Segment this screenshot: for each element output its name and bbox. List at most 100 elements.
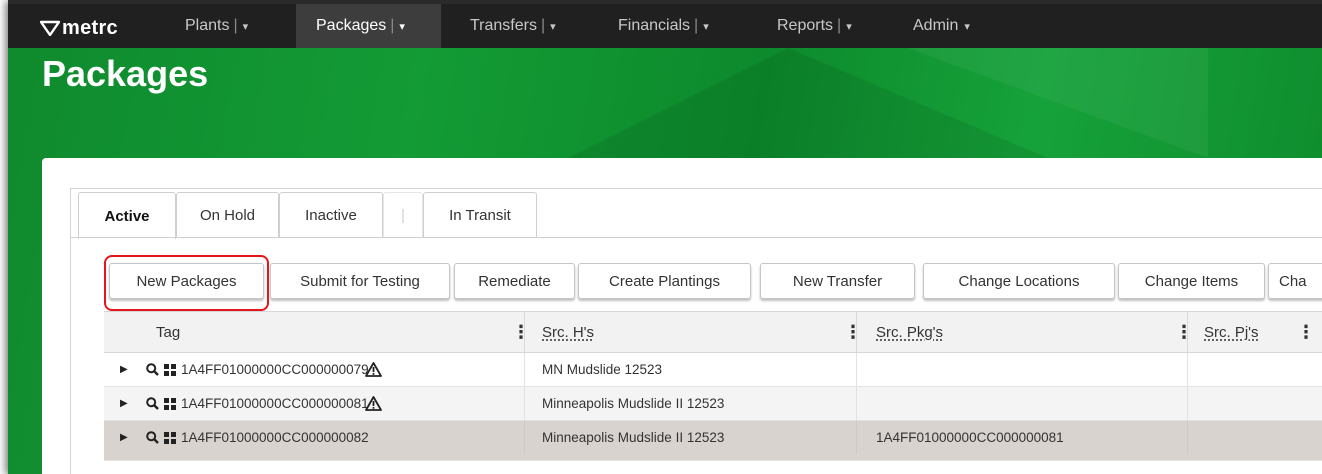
table-row[interactable]: ▶ 1A4FF01000000CC000000079 MN Mudslide 1… (104, 353, 1322, 387)
chevron-down-icon[interactable]: ▾ (243, 20, 249, 33)
nav-reports-label: Reports (777, 17, 834, 34)
change-items-label: Change Items (1144, 272, 1239, 290)
tab-on-hold-label: On Hold (199, 206, 256, 224)
nav-reports[interactable]: Reports | ▾ (765, 4, 864, 48)
nav-packages[interactable]: Packages | ▾ (296, 4, 441, 48)
create-plantings-button[interactable]: Create Plantings (578, 263, 751, 299)
chevron-down-icon[interactable]: ▾ (964, 20, 970, 33)
column-header-src-harvests[interactable]: Src. H's (542, 312, 594, 352)
column-header-src-projects[interactable]: Src. Pj's (1204, 312, 1259, 352)
remediate-label: Remediate (478, 272, 551, 290)
column-header-tag[interactable]: Tag (156, 312, 180, 352)
tab-hidden[interactable]: | (383, 192, 423, 237)
cell-divider (856, 421, 857, 454)
table-row[interactable]: ▶ 1A4FF01000000CC000000081 Minneapolis M… (104, 387, 1322, 421)
search-icon[interactable] (146, 421, 159, 454)
row-expander-icon[interactable]: ▶ (120, 421, 128, 454)
nav-separator: | (390, 17, 395, 34)
warning-icon[interactable] (365, 387, 382, 420)
package-tag[interactable]: 1A4FF01000000CC000000081 (181, 387, 369, 420)
tab-in-transit[interactable]: In Transit (423, 192, 537, 237)
nav-separator: | (233, 17, 238, 34)
src-harvests-cell: MN Mudslide 12523 (542, 362, 663, 377)
barcode-icon[interactable] (164, 421, 176, 454)
column-header-src-packages[interactable]: Src. Pkg's (876, 312, 943, 352)
cell-divider (524, 387, 525, 420)
nav-plants-label: Plants (185, 17, 230, 34)
expander-glyph: ▶ (120, 432, 128, 443)
chevron-down-icon[interactable]: ▾ (846, 20, 852, 33)
column-src-packages-label: Src. Pkg's (876, 323, 944, 341)
column-menu-icon[interactable]: ⋮ (844, 322, 862, 343)
change-locations-label: Change Locations (958, 272, 1080, 290)
change-more-label: Cha (1279, 272, 1307, 290)
cell-divider (856, 387, 857, 420)
package-tag[interactable]: 1A4FF01000000CC000000082 (181, 421, 369, 454)
chevron-down-icon[interactable]: ▾ (703, 20, 709, 33)
column-menu-icon[interactable]: ⋮ (512, 322, 530, 343)
nav-plants[interactable]: Plants | ▾ (173, 4, 260, 48)
remediate-button[interactable]: Remediate (454, 263, 575, 299)
cell-divider (524, 421, 525, 454)
cell-divider (524, 353, 525, 386)
nav-transfers-label: Transfers (470, 17, 537, 34)
app-window: metrc Plants | ▾ Packages | ▾ Transfers … (8, 0, 1322, 474)
change-locations-button[interactable]: Change Locations (923, 263, 1115, 299)
nav-admin-label: Admin (913, 17, 959, 34)
page-title: Packages (42, 53, 209, 94)
nav-separator: | (837, 17, 842, 34)
expander-glyph: ▶ (120, 364, 128, 375)
logo-text: metrc (62, 16, 118, 39)
search-icon[interactable] (146, 387, 159, 420)
submit-for-testing-button[interactable]: Submit for Testing (270, 263, 450, 299)
tab-inactive-label: Inactive (305, 206, 357, 224)
expander-glyph: ▶ (120, 398, 128, 409)
nav-separator: | (694, 17, 699, 34)
barcode-icon[interactable] (164, 387, 176, 420)
change-items-button[interactable]: Change Items (1118, 263, 1265, 299)
new-transfer-label: New Transfer (792, 272, 883, 290)
callout-highlight (104, 255, 269, 311)
banner-decoration (908, 48, 1208, 158)
tab-active-label: Active (104, 207, 150, 225)
column-divider (1187, 312, 1188, 352)
tab-inactive[interactable]: Inactive (279, 192, 383, 237)
new-transfer-button[interactable]: New Transfer (760, 263, 915, 299)
change-more-button[interactable]: Cha (1268, 263, 1322, 299)
warning-icon[interactable] (365, 353, 382, 386)
nav-financials-label: Financials (618, 17, 691, 34)
src-packages-cell: 1A4FF01000000CC000000081 (876, 430, 1064, 445)
column-menu-icon[interactable]: ⋮ (1175, 322, 1193, 343)
src-harvests-cell: Minneapolis Mudslide II 12523 (542, 430, 725, 445)
row-expander-icon[interactable]: ▶ (120, 353, 128, 386)
tab-on-hold[interactable]: On Hold (176, 192, 279, 237)
chevron-down-icon[interactable]: ▾ (399, 20, 405, 33)
cell-divider (1187, 387, 1188, 420)
nav-financials[interactable]: Financials | ▾ (606, 4, 721, 48)
column-src-projects-label: Src. Pj's (1204, 323, 1259, 341)
cell-divider (1187, 353, 1188, 386)
cell-divider (856, 353, 857, 386)
search-icon[interactable] (146, 353, 159, 386)
nav-transfers[interactable]: Transfers | ▾ (458, 4, 568, 48)
chevron-down-icon[interactable]: ▾ (550, 20, 556, 33)
tab-separator: | (401, 206, 405, 224)
table-row-selected[interactable]: ▶ 1A4FF01000000CC000000082 Minneapolis M… (104, 421, 1322, 461)
barcode-icon[interactable] (164, 353, 176, 386)
tab-in-transit-label: In Transit (449, 206, 511, 224)
nav-separator: | (540, 17, 546, 34)
column-menu-icon[interactable]: ⋮ (1297, 322, 1315, 343)
metrc-logo[interactable]: metrc (40, 13, 118, 43)
tab-active[interactable]: Active (78, 192, 176, 239)
column-divider (856, 312, 857, 352)
cell-divider (1187, 421, 1188, 454)
column-src-harvests-label: Src. H's (542, 323, 595, 341)
metrc-logo-icon (40, 20, 60, 36)
column-tag-label: Tag (156, 323, 181, 341)
top-nav: metrc Plants | ▾ Packages | ▾ Transfers … (8, 0, 1322, 48)
nav-admin[interactable]: Admin ▾ (901, 4, 982, 48)
nav-packages-label: Packages (316, 17, 387, 34)
row-expander-icon[interactable]: ▶ (120, 387, 128, 420)
package-tag[interactable]: 1A4FF01000000CC000000079 (181, 353, 369, 386)
create-plantings-label: Create Plantings (609, 272, 720, 290)
